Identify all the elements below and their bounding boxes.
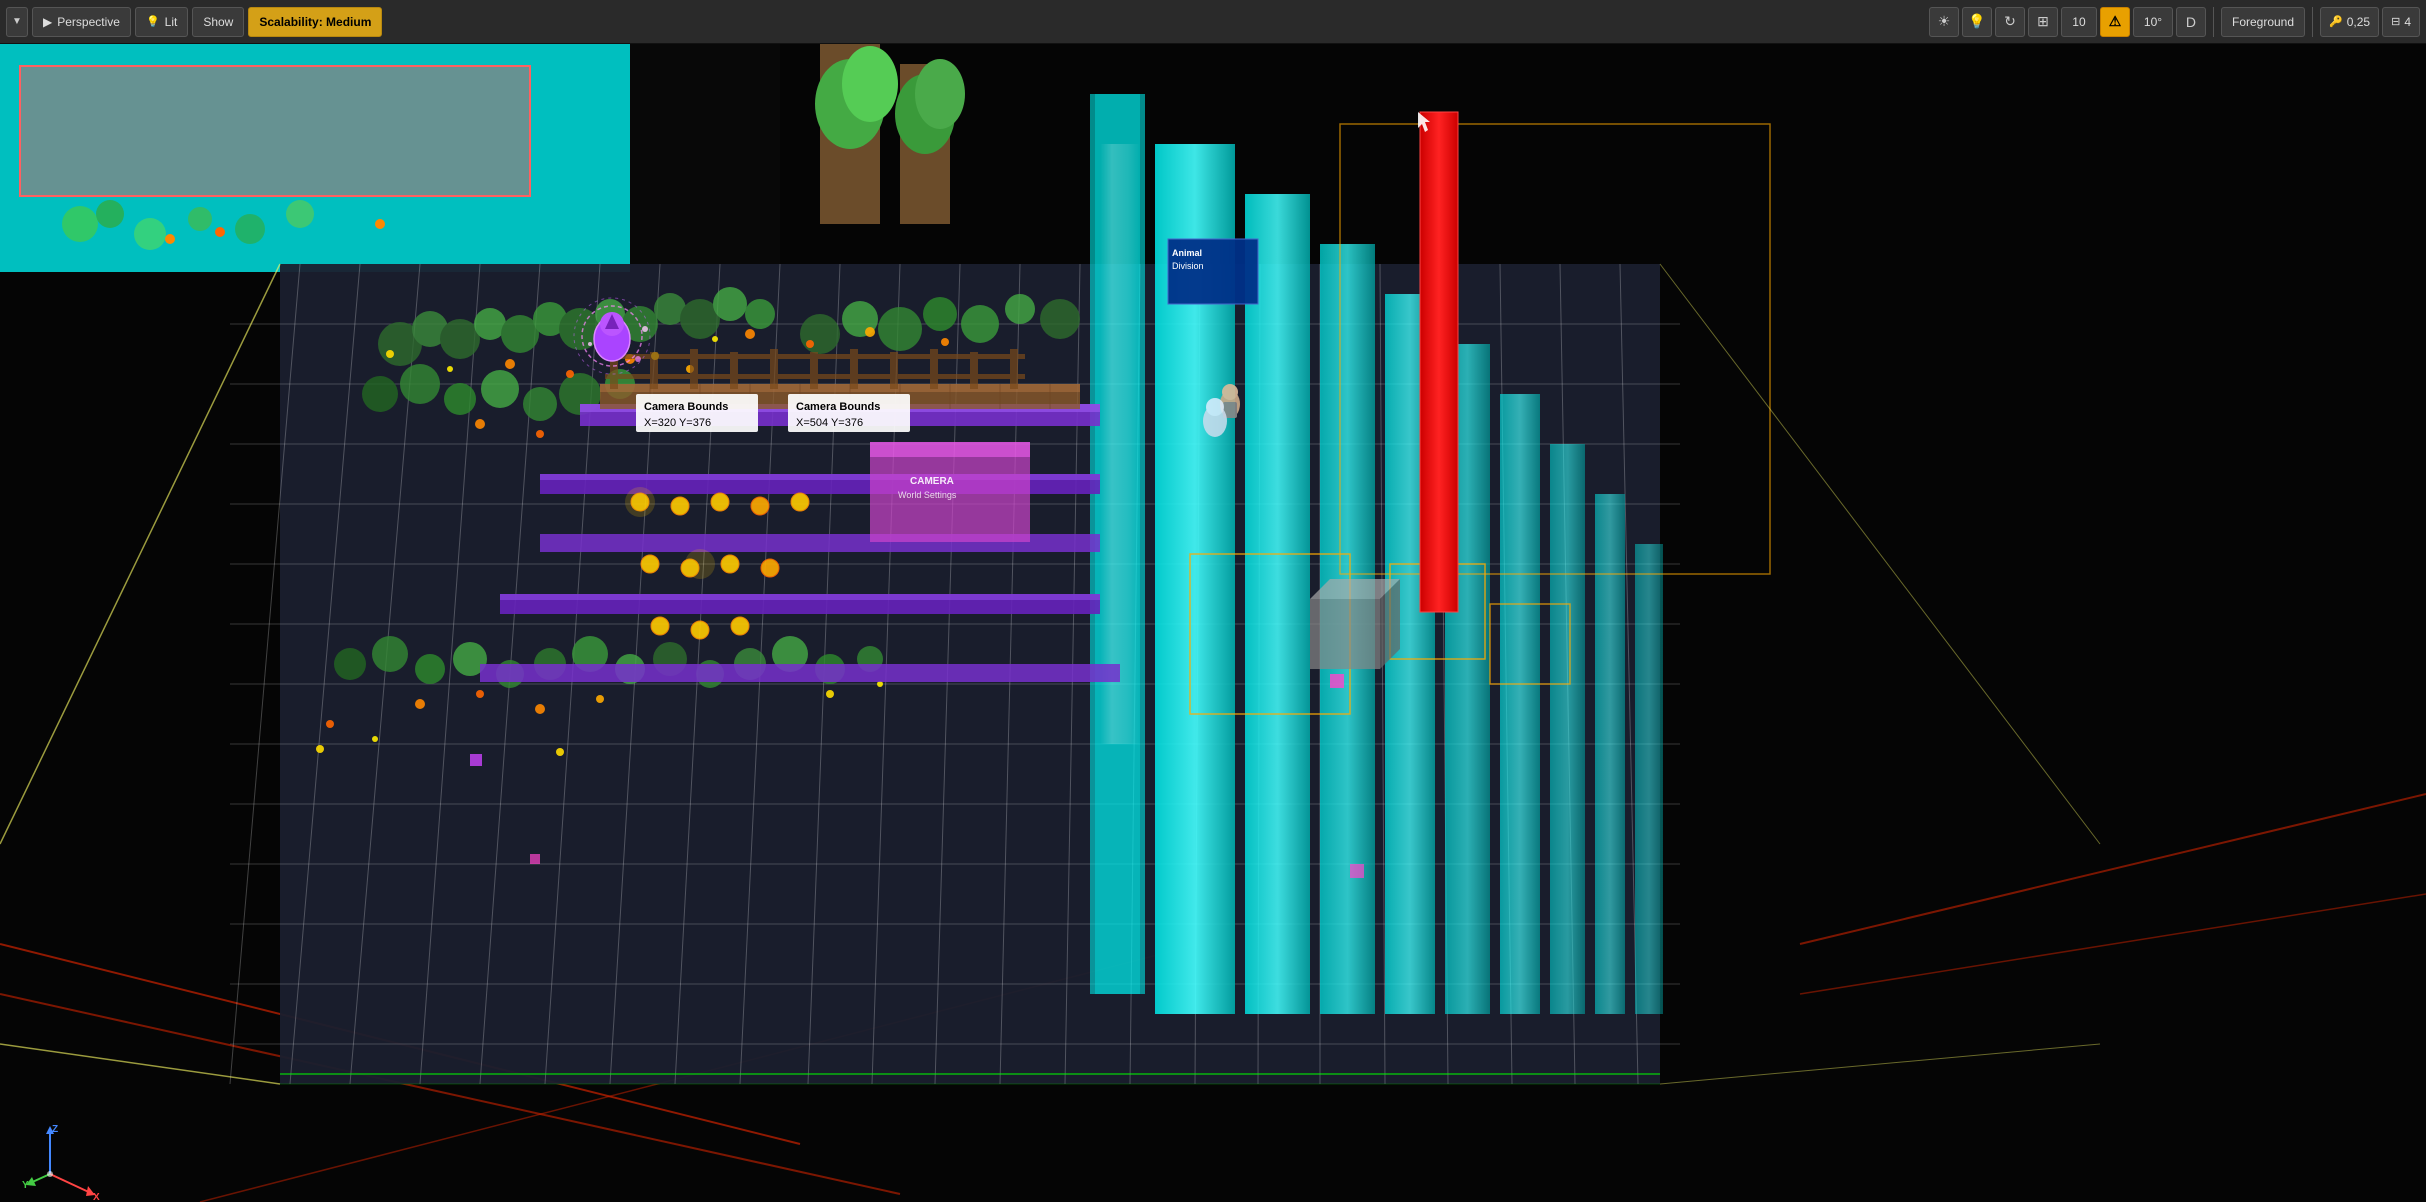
- layers-icon: ⊟: [2391, 15, 2400, 28]
- svg-text:X=504 Y=376: X=504 Y=376: [796, 417, 863, 429]
- scene-svg: CAMERA World Settings Camera Bounds X=32…: [0, 44, 2426, 1202]
- opacity-icon: 🔑: [2329, 15, 2343, 28]
- scalability-label: Scalability: Medium: [259, 15, 371, 29]
- opacity-value[interactable]: 🔑 0,25: [2320, 7, 2379, 37]
- svg-text:Camera Bounds: Camera Bounds: [796, 401, 880, 413]
- opacity-number: 0,25: [2347, 15, 2370, 29]
- lit-icon: 💡: [146, 15, 160, 28]
- angle-snap[interactable]: 10°: [2133, 7, 2173, 37]
- svg-text:Camera Bounds: Camera Bounds: [644, 401, 728, 413]
- count-value[interactable]: ⊟ 4: [2382, 7, 2420, 37]
- show-button[interactable]: Show: [192, 7, 244, 37]
- perspective-label: Perspective: [57, 15, 120, 29]
- snap-mode-icon[interactable]: D: [2176, 7, 2206, 37]
- show-label: Show: [203, 15, 233, 29]
- foreground-button[interactable]: Foreground: [2221, 7, 2305, 37]
- perspective-button[interactable]: ▶ Perspective: [32, 7, 131, 37]
- svg-text:Animal: Animal: [1172, 248, 1202, 258]
- separator-1: [2213, 7, 2214, 37]
- count-number: 4: [2404, 15, 2411, 29]
- snap-number[interactable]: 10: [2061, 7, 2097, 37]
- toolbar-right: ☀ 💡 ↻ ⊞ 10 ⚠ 10° D Foreground 🔑 0,25 ⊟ 4: [1923, 0, 2426, 44]
- warning-icon[interactable]: ⚠: [2100, 7, 2130, 37]
- separator-2: [2312, 7, 2313, 37]
- svg-text:World Settings: World Settings: [898, 490, 957, 500]
- scalability-button[interactable]: Scalability: Medium: [248, 7, 382, 37]
- svg-text:Y: Y: [22, 1180, 29, 1191]
- grid-icon[interactable]: ⊞: [2028, 7, 2058, 37]
- rotate-icon[interactable]: ↻: [1995, 7, 2025, 37]
- viewport-options-icon[interactable]: ▼: [6, 7, 28, 37]
- lit-label: Lit: [165, 15, 178, 29]
- lit-button[interactable]: 💡 Lit: [135, 7, 188, 37]
- perspective-icon: ▶: [43, 15, 52, 29]
- svg-text:CAMERA: CAMERA: [910, 476, 954, 487]
- svg-text:X: X: [93, 1192, 100, 1202]
- svg-text:Division: Division: [1172, 261, 1204, 271]
- svg-text:X=320 Y=376: X=320 Y=376: [644, 417, 711, 429]
- viewport[interactable]: CAMERA World Settings Camera Bounds X=32…: [0, 44, 2426, 1202]
- sun-icon[interactable]: ☀: [1929, 7, 1959, 37]
- svg-text:Z: Z: [52, 1124, 58, 1135]
- light-icon[interactable]: 💡: [1962, 7, 1992, 37]
- foreground-label: Foreground: [2232, 15, 2294, 29]
